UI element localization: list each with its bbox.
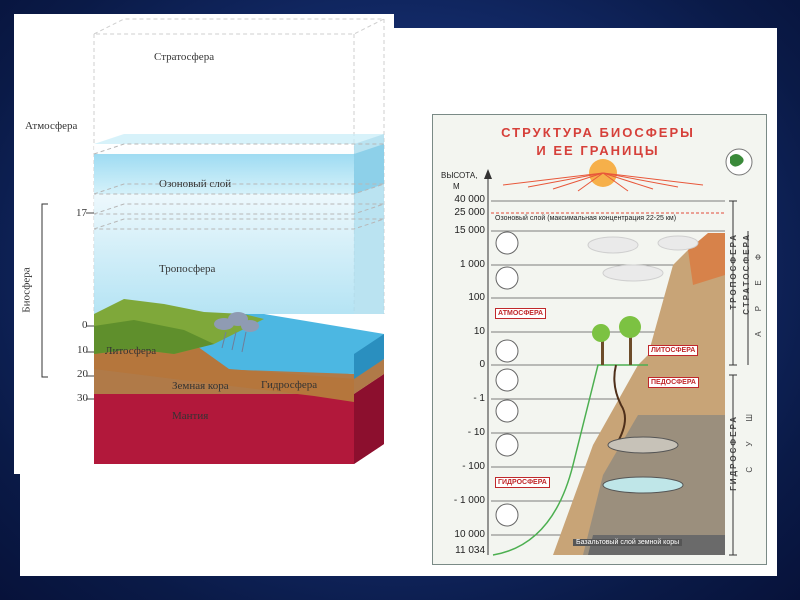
axis-label-height: ВЫСОТА, — [441, 171, 478, 180]
tag-pedosphere: ПЕДОСФЕРА — [648, 377, 699, 388]
label-atmosphere: Атмосфера — [25, 120, 78, 132]
side-label-land-letters: С У Ш — [745, 405, 754, 473]
scale-30: 30 — [77, 392, 88, 404]
label-stratosphere: Стратосфера — [154, 51, 215, 63]
tick-minus-10: - 10 — [467, 427, 485, 438]
ozone-caption: Озоновый слой (максимальная концентрация… — [495, 215, 677, 222]
biosphere-block-diagram: Стратосфера Атмосфера Озоновый слой 17 Т… — [14, 14, 394, 474]
biosphere-structure-poster: СТРУКТУРА БИОСФЕРЫ И ЕЕ ГРАНИЦЫ ВЫСОТА, … — [432, 114, 767, 565]
tag-atmosphere: АТМОСФЕРА — [495, 308, 547, 319]
poster-title-line2: И ЕЕ ГРАНИЦЫ — [536, 143, 660, 158]
scale-20: 20 — [77, 368, 88, 380]
tick-minus-11034: 11 034 — [455, 545, 485, 556]
label-lithosphere: Литосфера — [105, 345, 157, 357]
tick-15000: 15 000 — [454, 225, 485, 236]
tick-100: 100 — [468, 292, 485, 303]
tick-25000: 25 000 — [454, 207, 485, 218]
label-troposphere: Тропосфера — [159, 263, 216, 275]
tree-icon — [592, 316, 641, 365]
block-diagram-graphic — [41, 18, 385, 464]
tick-10: 10 — [473, 326, 485, 337]
basalt-caption: Базальтовый слой земной коры — [573, 539, 683, 546]
side-label-atmosphere-letters: А Р Е Ф — [754, 245, 763, 337]
label-ozone-layer: Озоновый слой — [159, 178, 232, 190]
side-label-troposphere: ТРОПОСФЕРА — [729, 233, 738, 310]
scale-17: 17 — [76, 207, 87, 219]
tick-40000: 40 000 — [454, 194, 485, 205]
tag-lithosphere: ЛИТОСФЕРА — [648, 345, 699, 356]
side-label-stratosphere: СТРАТОСФЕРА — [742, 233, 751, 315]
tick-1000: 1 000 — [459, 259, 485, 270]
scale-0: 0 — [82, 319, 88, 331]
side-label-hydrosphere: ГИДРОСФЕРА — [729, 415, 738, 491]
globe-icon — [725, 148, 753, 176]
tick-minus-100: - 100 — [462, 461, 485, 472]
tick-minus-1: - 1 — [473, 393, 485, 404]
label-hydrosphere: Гидросфера — [261, 379, 318, 391]
poster-title-line1: СТРУКТУРА БИОСФЕРЫ — [501, 125, 695, 140]
sun-icon — [502, 159, 704, 192]
tick-0: 0 — [479, 359, 485, 370]
label-mantle: Мантия — [172, 410, 209, 422]
scale-10: 10 — [77, 344, 88, 356]
label-biosphere: Биосфера — [20, 267, 33, 313]
tick-minus-10000: 10 000 — [454, 529, 485, 540]
axis-label-unit: М — [453, 182, 460, 191]
tick-minus-1000: - 1 000 — [453, 495, 485, 506]
tag-hydrosphere: ГИДРОСФЕРА — [495, 477, 550, 488]
label-earth-crust: Земная кора — [172, 380, 229, 392]
